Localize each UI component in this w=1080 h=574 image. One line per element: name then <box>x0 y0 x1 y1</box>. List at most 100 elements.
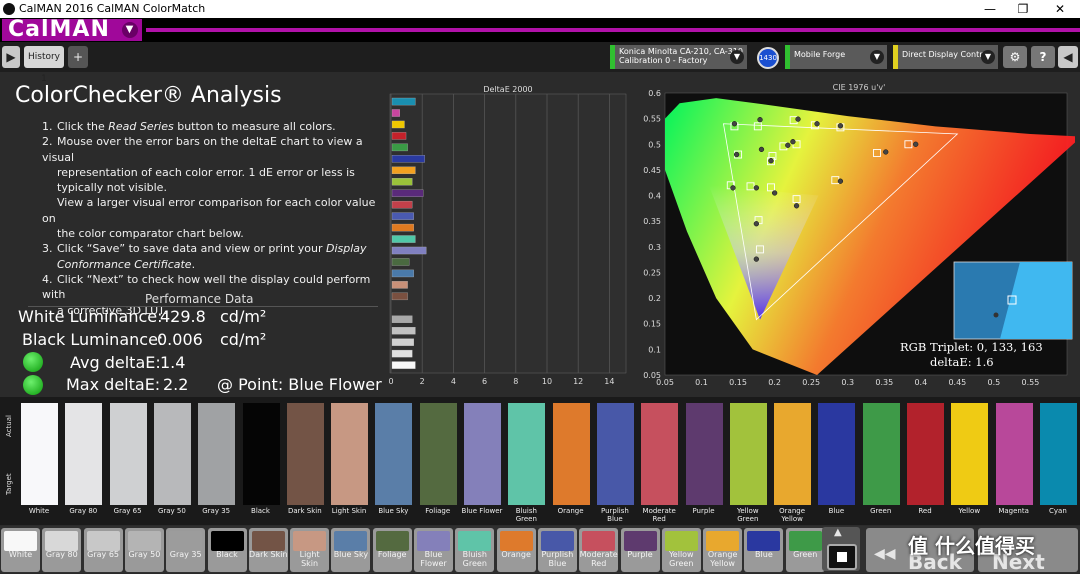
measured-point[interactable] <box>814 121 820 127</box>
color-swatch[interactable] <box>198 403 236 505</box>
add-tab-button[interactable]: + <box>68 46 88 68</box>
deltae-bar[interactable] <box>391 109 400 117</box>
color-select-button[interactable]: Bluish Green <box>455 528 495 572</box>
deltae-bar[interactable] <box>391 178 413 186</box>
deltae-bar[interactable] <box>391 132 407 140</box>
measured-point[interactable] <box>753 221 760 227</box>
stop-button[interactable] <box>827 544 857 570</box>
color-select-button[interactable]: Green <box>785 528 825 572</box>
help-icon[interactable]: ? <box>1031 46 1055 68</box>
deltae-bar[interactable] <box>391 212 414 220</box>
brand-menu-button[interactable]: CalMAN ▼ <box>2 19 142 41</box>
color-swatch[interactable] <box>109 403 147 505</box>
color-select-button[interactable]: Dark Skin <box>248 528 288 572</box>
color-select-button[interactable]: Foliage <box>372 528 412 572</box>
color-select-button[interactable]: Black <box>207 528 247 572</box>
deltae-bar[interactable] <box>391 246 427 255</box>
deltae-bar[interactable] <box>391 327 416 335</box>
tab-history-1[interactable]: History 1 <box>24 46 64 84</box>
sidebar-toggle-button[interactable]: ▶ <box>2 46 20 68</box>
color-swatch[interactable] <box>862 403 900 505</box>
color-swatch[interactable] <box>508 403 546 505</box>
color-swatch[interactable] <box>464 403 501 505</box>
color-swatch[interactable] <box>907 403 944 505</box>
measured-point[interactable] <box>730 185 736 191</box>
maximize-button[interactable]: ❐ <box>1008 1 1038 17</box>
source-selector[interactable]: Mobile Forge ▼ <box>785 45 887 69</box>
meter-selector[interactable]: Konica Minolta CA-210, CA-310 Calibratio… <box>610 45 747 69</box>
measured-point[interactable] <box>785 142 791 148</box>
deltae-bar[interactable] <box>391 166 416 175</box>
deltae-bar[interactable] <box>391 223 414 232</box>
color-swatch[interactable] <box>21 403 58 505</box>
measured-point[interactable] <box>733 151 740 158</box>
minimize-button[interactable]: — <box>975 1 1005 17</box>
collapse-panel-button[interactable]: ◀ <box>1058 46 1078 68</box>
cie-chart[interactable]: CIE 1976 u'v' 0.05 0.1 0.15 0.2 0.25 0.3 0.35 0… <box>640 83 1075 391</box>
deltae-bar[interactable] <box>391 189 424 197</box>
color-swatch[interactable] <box>242 403 280 505</box>
color-select-button[interactable]: White <box>1 528 40 572</box>
color-select-button[interactable]: Moderate Red <box>579 528 619 572</box>
color-select-button[interactable]: Orange <box>496 528 536 572</box>
measured-point[interactable] <box>913 141 919 147</box>
color-swatch[interactable] <box>65 403 103 505</box>
deltae-bar[interactable] <box>391 281 408 289</box>
color-swatch[interactable] <box>596 403 634 505</box>
deltae-bar[interactable] <box>391 361 416 369</box>
deltae-bar[interactable] <box>391 292 408 301</box>
measured-point[interactable] <box>837 178 844 184</box>
color-swatch[interactable] <box>951 403 989 505</box>
color-select-button[interactable]: Light Skin <box>290 528 330 572</box>
deltae-bar[interactable] <box>391 120 405 129</box>
measured-point[interactable] <box>731 121 738 127</box>
color-swatch[interactable] <box>1039 403 1077 505</box>
color-select-button[interactable]: Purplish Blue <box>537 528 577 572</box>
deltae-bar[interactable] <box>391 155 425 163</box>
color-swatch[interactable] <box>729 403 767 505</box>
color-select-button[interactable]: Purple <box>620 528 660 572</box>
color-swatch[interactable] <box>153 403 191 505</box>
display-selector[interactable]: Direct Display Control ▼ <box>893 45 998 69</box>
color-select-button[interactable]: Blue <box>744 528 784 572</box>
deltae-bar[interactable] <box>391 258 410 266</box>
deltae-bar[interactable] <box>391 235 416 243</box>
color-swatch[interactable] <box>995 403 1033 505</box>
deltae-bar[interactable] <box>391 269 414 278</box>
color-swatch[interactable] <box>419 403 457 505</box>
deltae-bar[interactable] <box>391 338 414 346</box>
color-swatch[interactable] <box>685 403 723 505</box>
deltae-bar[interactable] <box>391 315 413 323</box>
close-button[interactable]: ✕ <box>1045 1 1075 17</box>
color-swatch[interactable] <box>375 403 413 505</box>
deltae-bar[interactable] <box>391 349 413 358</box>
meter-status-badge[interactable]: 1430 <box>757 47 779 69</box>
color-swatch[interactable] <box>641 403 679 505</box>
measured-point[interactable] <box>757 117 763 123</box>
color-swatch[interactable] <box>774 403 812 505</box>
measured-point[interactable] <box>758 146 765 153</box>
measured-point[interactable] <box>883 149 889 155</box>
color-swatch[interactable] <box>286 403 324 505</box>
color-select-button[interactable]: Blue Sky <box>331 528 371 572</box>
measured-point[interactable] <box>768 158 774 164</box>
deltae-bar[interactable] <box>391 97 416 106</box>
color-select-button[interactable]: Gray 35 <box>166 528 206 572</box>
measured-point[interactable] <box>790 139 796 145</box>
measured-point[interactable] <box>795 116 801 122</box>
measured-point[interactable] <box>793 203 800 209</box>
color-select-button[interactable]: Gray 65 <box>83 528 123 572</box>
color-select-button[interactable]: Gray 50 <box>124 528 164 572</box>
deltae-bar[interactable] <box>391 200 413 209</box>
color-select-button[interactable]: Orange Yellow <box>703 528 743 572</box>
measured-point[interactable] <box>837 123 844 129</box>
color-select-button[interactable]: Gray 80 <box>42 528 82 572</box>
deltae-bar-chart[interactable]: DeltaE 2000 0 2 4 6 8 10 12 14 <box>388 85 628 390</box>
color-select-button[interactable]: Blue Flower <box>414 528 453 572</box>
settings-gear-icon[interactable]: ⚙ <box>1003 46 1027 68</box>
measured-point[interactable] <box>753 185 760 191</box>
color-swatch[interactable] <box>818 403 856 505</box>
color-swatch[interactable] <box>331 403 369 505</box>
color-swatch[interactable] <box>552 403 590 505</box>
measured-point[interactable] <box>753 256 760 262</box>
